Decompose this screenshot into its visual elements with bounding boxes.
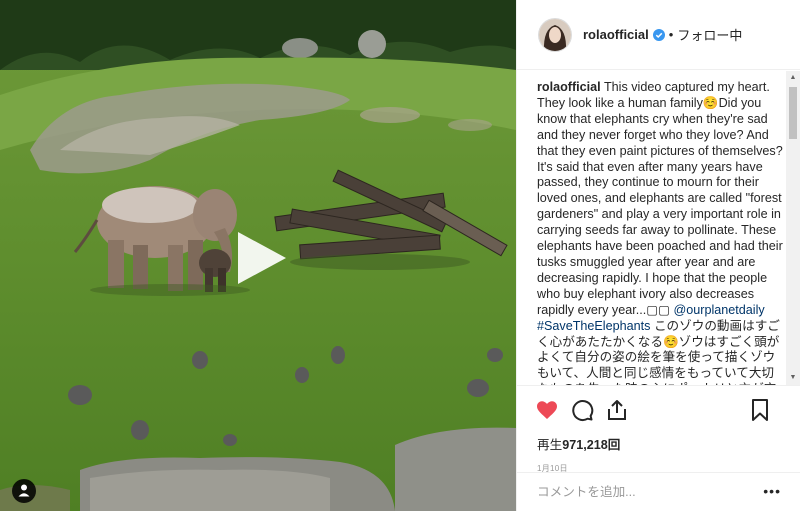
- heart-icon[interactable]: [535, 398, 559, 422]
- comment-icon[interactable]: [570, 398, 594, 422]
- view-count[interactable]: 再生971,218回: [517, 434, 800, 453]
- caption: rolaofficial This video captured my hear…: [537, 80, 785, 385]
- sound-icon: [18, 484, 30, 497]
- verified-badge-icon: [652, 28, 665, 41]
- avatar[interactable]: [539, 18, 571, 51]
- more-options-icon[interactable]: •••: [763, 484, 781, 498]
- post-header: rolaofficial • フォロー中: [517, 0, 800, 70]
- play-icon: [238, 232, 286, 284]
- sound-toggle-button[interactable]: [12, 479, 36, 503]
- views-label: 再生: [537, 438, 563, 452]
- scroll-thumb[interactable]: [789, 87, 797, 139]
- views-count: 971,218回: [562, 438, 621, 452]
- bookmark-icon[interactable]: [748, 398, 772, 422]
- scroll-down-arrow-icon[interactable]: ▼: [786, 371, 800, 385]
- avatar-image: [539, 18, 571, 51]
- follow-status-button[interactable]: フォロー中: [677, 25, 742, 44]
- comments-area[interactable]: rolaofficial This video captured my hear…: [517, 71, 800, 385]
- post-side-panel: rolaofficial • フォロー中 rolaofficial This v…: [516, 0, 800, 511]
- action-icons: [517, 386, 800, 434]
- caption-text: This video captured my heart. They look …: [537, 80, 783, 317]
- video-player[interactable]: [0, 0, 516, 511]
- play-button[interactable]: [228, 226, 292, 290]
- comment-form: •••: [517, 472, 800, 511]
- scroll-up-arrow-icon[interactable]: ▲: [786, 71, 800, 85]
- share-icon[interactable]: [605, 398, 629, 422]
- username[interactable]: rolaofficial: [583, 27, 649, 42]
- comments-scrollbar[interactable]: ▲ ▼: [786, 71, 800, 385]
- comment-input[interactable]: [537, 485, 737, 499]
- instagram-post-modal: rolaofficial • フォロー中 rolaofficial This v…: [0, 0, 800, 511]
- caption-username[interactable]: rolaofficial: [537, 80, 601, 94]
- separator-dot: •: [668, 27, 674, 42]
